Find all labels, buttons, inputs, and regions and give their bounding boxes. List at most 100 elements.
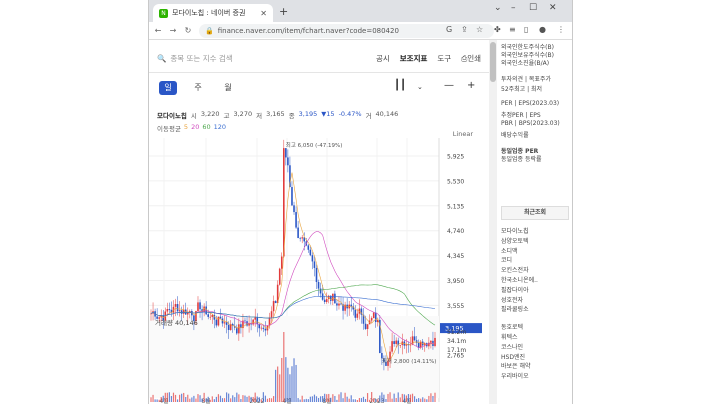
recent-item[interactable]: 성호전자 xyxy=(501,295,523,304)
new-tab-button[interactable]: + xyxy=(279,5,288,18)
candle-body xyxy=(264,328,267,331)
google-icon[interactable]: G xyxy=(446,25,452,34)
menu-indicators[interactable]: 보조지표 xyxy=(400,53,428,64)
zoom-out-button[interactable]: — xyxy=(444,80,454,91)
share-icon[interactable]: ⇪ xyxy=(461,25,468,34)
forward-icon[interactable]: → xyxy=(167,26,179,35)
ma120-legend[interactable]: 120 xyxy=(214,123,226,133)
stock-search[interactable]: 🔍 종목 또는 지수 검색 xyxy=(157,53,233,64)
minimize-button[interactable]: – xyxy=(511,3,516,13)
menu-print[interactable]: ⎙인쇄 xyxy=(461,53,481,64)
y-tick-label: 5,925 xyxy=(447,154,464,161)
scale-toggle[interactable]: Linear xyxy=(453,130,473,138)
browser-tab[interactable]: N 모다이노칩 : 네이버 증권 ✕ xyxy=(153,4,273,22)
maximize-button[interactable]: ☐ xyxy=(529,3,537,13)
reload-icon[interactable]: ↻ xyxy=(182,26,194,35)
reading-list-icon[interactable]: ≡ xyxy=(509,25,516,34)
volume-bar xyxy=(213,399,215,402)
volume-bar xyxy=(401,393,403,402)
recent-item[interactable]: 필잡다이아 xyxy=(501,285,529,294)
candle-body xyxy=(374,312,377,323)
recent-item[interactable]: 필라쿨링소 xyxy=(501,304,529,313)
profile-avatar[interactable]: ● xyxy=(539,25,546,34)
sidepanel-icon[interactable]: ▯ xyxy=(524,25,528,34)
recent-item[interactable]: 바보은 해약 xyxy=(501,361,531,370)
candle-body xyxy=(189,310,191,312)
period-week[interactable]: 주 xyxy=(189,81,207,95)
period-month[interactable]: 월 xyxy=(219,81,237,95)
volume-bar xyxy=(430,393,432,402)
bookmark-star-icon[interactable]: ☆ xyxy=(476,25,483,34)
volume-bar xyxy=(330,397,332,402)
candle-body xyxy=(244,320,246,322)
volume-bar xyxy=(397,392,399,402)
recent-item[interactable]: 휘텍스 xyxy=(501,332,518,341)
candle-body xyxy=(434,337,436,346)
ma5-legend[interactable]: 5 xyxy=(184,123,188,133)
volume-tick-label: 51.2m xyxy=(447,329,466,336)
tab-search-icon[interactable]: ⌄ xyxy=(494,3,502,13)
recent-item[interactable]: 우리바이오 xyxy=(501,371,529,380)
candle-body xyxy=(366,324,369,330)
top-menu: 공시 보조지표 도구 ⎙인쇄 xyxy=(376,53,481,64)
volume-bar xyxy=(207,396,209,402)
recent-item[interactable]: 한국소니온에.. xyxy=(501,275,538,284)
volume-bar xyxy=(328,393,330,402)
volume-bar xyxy=(366,393,369,402)
recent-item[interactable]: 삼양오토텍 xyxy=(501,236,529,245)
price-chart[interactable]: 5,9255,5305,1354,7404,3453,9503,5553,160… xyxy=(149,138,489,404)
volume-bar xyxy=(156,399,158,402)
recent-item[interactable]: 동호로텍 xyxy=(501,322,523,331)
volume-bar xyxy=(248,395,250,402)
recent-title[interactable]: 최근조회 xyxy=(501,206,569,220)
volume-bar xyxy=(360,398,363,402)
zoom-in-button[interactable]: + xyxy=(467,80,475,91)
recent-item[interactable]: HSD엔진 xyxy=(501,352,525,361)
change-pct: -0.47% xyxy=(338,110,362,118)
menu-tools[interactable]: 도구 xyxy=(437,53,451,64)
chart-type-icon[interactable]: ┃┃ xyxy=(394,80,406,91)
ma20-legend[interactable]: 20 xyxy=(191,123,199,133)
volume-bar xyxy=(295,364,297,402)
side-item: 추정PER | EPS xyxy=(501,112,541,119)
close-tab-icon[interactable]: ✕ xyxy=(260,9,267,18)
period-day[interactable]: 일 xyxy=(159,81,177,95)
menu-disclosure[interactable]: 공시 xyxy=(376,53,390,64)
candle-body xyxy=(323,299,326,302)
volume-bar xyxy=(268,398,271,402)
recent-item[interactable]: 코디 xyxy=(501,255,512,264)
recent-item[interactable]: 모다이노칩 xyxy=(501,226,529,235)
ma-label: 이동평균 xyxy=(157,125,181,133)
tab-bar: N 모다이노칩 : 네이버 증권 ✕ + ⌄ – ☐ ✕ xyxy=(149,0,572,22)
chart-scrollbar[interactable] xyxy=(489,40,497,404)
ma60-legend[interactable]: 60 xyxy=(202,123,210,133)
volume-bar xyxy=(418,398,420,402)
volume-bar xyxy=(199,395,201,402)
volume-bar xyxy=(317,397,320,402)
candle-body xyxy=(350,304,353,307)
volume-bar xyxy=(254,392,256,402)
open-label: 시 xyxy=(190,112,197,120)
volume-bar xyxy=(369,399,371,402)
change-value: ▼15 xyxy=(321,110,335,118)
candle-body xyxy=(307,245,310,250)
chevron-down-icon[interactable]: ⌄ xyxy=(417,83,423,91)
side-item: 투자의견 | 목표주가 xyxy=(501,76,551,83)
volume-bar xyxy=(242,395,244,402)
volume-bar xyxy=(352,399,354,402)
back-icon[interactable]: ← xyxy=(152,26,164,35)
menu-icon[interactable]: ⋮ xyxy=(557,25,565,34)
close-window-button[interactable]: ✕ xyxy=(549,3,557,13)
volume-bar xyxy=(420,398,422,402)
recent-item[interactable]: 소디맥 xyxy=(501,246,518,255)
volume-bar xyxy=(172,392,175,402)
volume-bar xyxy=(387,393,389,402)
recent-item[interactable]: 코스나인 xyxy=(501,342,523,351)
volume-bar xyxy=(416,398,418,402)
recent-item[interactable]: 오킨스전자 xyxy=(501,265,529,274)
url-text: finance.naver.com/item/fchart.naver?code… xyxy=(217,27,399,35)
volume-tick-label: 17.1m xyxy=(447,347,466,354)
candle-body xyxy=(295,212,297,228)
volume-bar xyxy=(293,358,295,402)
extensions-icon[interactable]: ✤ xyxy=(494,25,501,34)
